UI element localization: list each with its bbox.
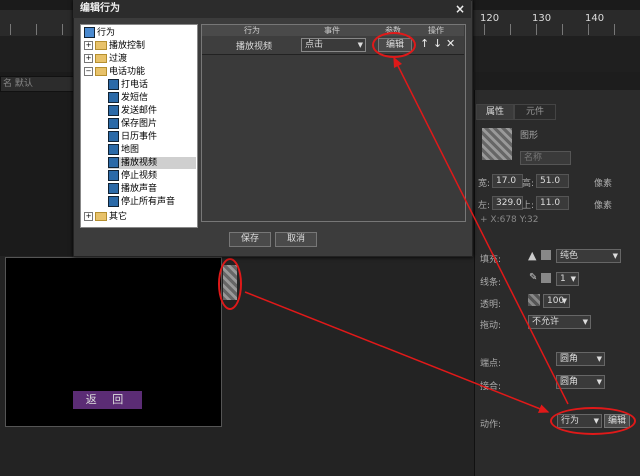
annotation-arrows [244, 56, 569, 413]
arrow-line [244, 291, 550, 413]
arrow-line [393, 56, 569, 405]
